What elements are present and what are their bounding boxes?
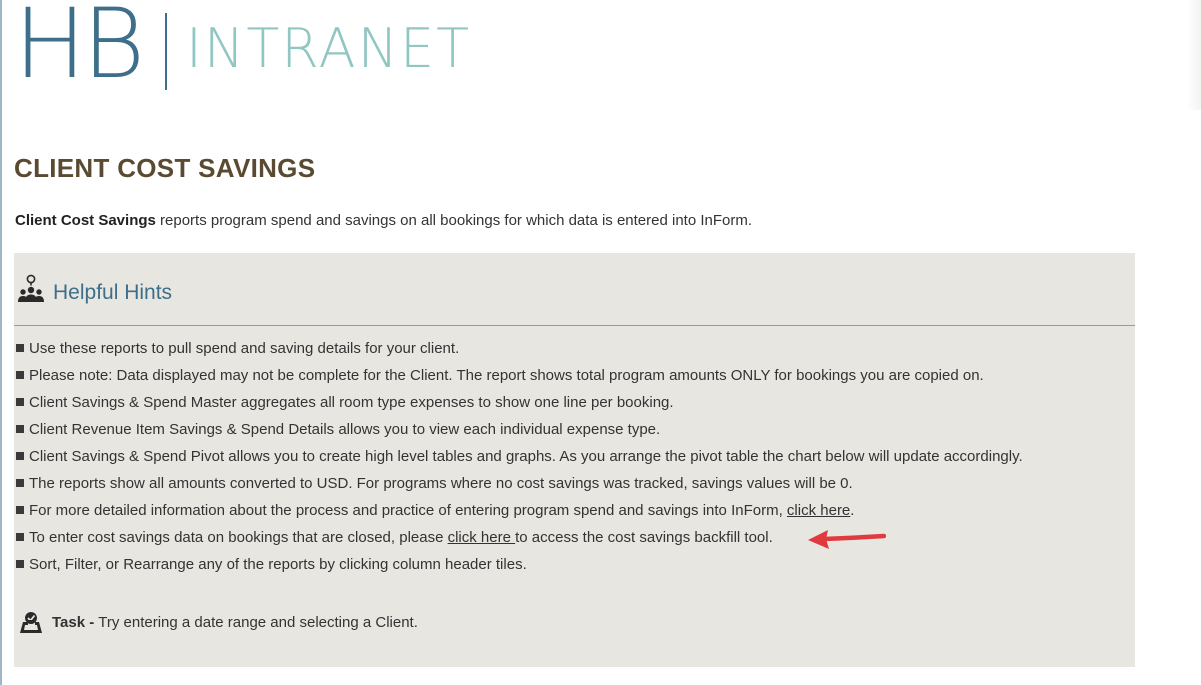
intro-text: Client Cost Savings reports program spen… bbox=[15, 212, 752, 229]
task-row: Task - Try entering a date range and sel… bbox=[18, 609, 418, 635]
hint-text: Sort, Filter, or Rearrange any of the re… bbox=[29, 556, 527, 573]
list-item: The reports show all amounts converted t… bbox=[16, 474, 1023, 501]
hint-text: . bbox=[850, 502, 855, 519]
list-item: Client Savings & Spend Master aggregates… bbox=[16, 393, 1023, 420]
hint-text: to access the cost savings backfill tool… bbox=[515, 529, 773, 546]
logo-mark: HB bbox=[14, 0, 145, 100]
list-item: Use these reports to pull spend and savi… bbox=[16, 339, 1023, 366]
hints-header: Helpful Hints bbox=[17, 273, 172, 303]
team-location-icon bbox=[18, 274, 44, 302]
hints-title: Helpful Hints bbox=[53, 281, 173, 304]
backfill-click-here-link[interactable]: click here bbox=[448, 529, 516, 546]
info-click-here-link[interactable]: click here bbox=[787, 502, 850, 519]
hint-text: Client Revenue Item Savings & Spend Deta… bbox=[29, 421, 661, 438]
hint-text: To enter cost savings data on bookings t… bbox=[29, 529, 448, 546]
hint-text: Client Savings & Spend Pivot allows you … bbox=[29, 448, 1023, 465]
bullet-icon bbox=[16, 479, 24, 487]
logo-text: INTRANET bbox=[186, 17, 472, 80]
bullet-icon bbox=[16, 452, 24, 460]
bullet-icon bbox=[16, 560, 24, 568]
task-text: Try entering a date range and selecting … bbox=[98, 613, 418, 631]
hint-text: The reports show all amounts converted t… bbox=[29, 475, 853, 492]
list-item: Client Revenue Item Savings & Spend Deta… bbox=[16, 420, 1023, 447]
task-label: Task - bbox=[52, 613, 95, 631]
list-item: Sort, Filter, or Rearrange any of the re… bbox=[16, 555, 1023, 582]
bullet-icon bbox=[16, 344, 24, 352]
bullet-icon bbox=[16, 398, 24, 406]
bullet-icon bbox=[16, 425, 24, 433]
bullet-icon bbox=[16, 533, 24, 541]
list-item: Client Savings & Spend Pivot allows you … bbox=[16, 447, 1023, 474]
hint-text: For more detailed information about the … bbox=[29, 502, 787, 519]
red-arrow-icon bbox=[808, 530, 886, 549]
hint-text: Please note: Data displayed may not be c… bbox=[29, 367, 984, 384]
bullet-icon bbox=[16, 371, 24, 379]
list-item: Please note: Data displayed may not be c… bbox=[16, 366, 1023, 393]
intro-bold: Client Cost Savings bbox=[15, 212, 156, 229]
hints-divider bbox=[14, 325, 1135, 326]
bullet-icon bbox=[16, 506, 24, 514]
logo-divider bbox=[165, 13, 167, 90]
map-check-icon bbox=[20, 612, 42, 633]
scroll-shadow bbox=[1187, 0, 1201, 110]
intro-rest: reports program spend and savings on all… bbox=[155, 212, 753, 229]
hint-text: Use these reports to pull spend and savi… bbox=[29, 340, 460, 357]
list-item: For more detailed information about the … bbox=[16, 501, 1023, 528]
hint-text: Client Savings & Spend Master aggregates… bbox=[29, 394, 674, 411]
page-title: CLIENT COST SAVINGS bbox=[14, 153, 316, 183]
helpful-hints-panel: Helpful Hints Use these reports to pull … bbox=[14, 253, 1135, 667]
left-border bbox=[0, 0, 2, 685]
